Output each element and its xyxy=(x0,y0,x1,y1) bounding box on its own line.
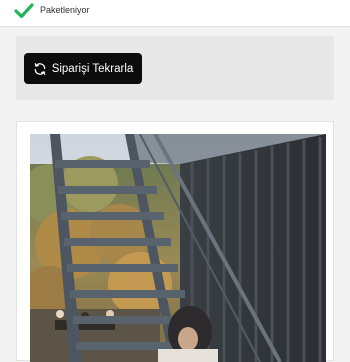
reorder-panel: Siparişi Tekrarla xyxy=(16,36,334,100)
reorder-button-label: Siparişi Tekrarla xyxy=(51,62,134,75)
refresh-icon xyxy=(34,62,45,75)
reorder-button[interactable]: Siparişi Tekrarla xyxy=(24,53,142,84)
order-status-row: Paketleniyor xyxy=(0,0,350,27)
staircase-photo-illustration xyxy=(30,134,326,362)
product-photo[interactable] xyxy=(30,134,326,362)
product-photo-card xyxy=(16,121,334,362)
order-status-text: Paketleniyor xyxy=(40,5,90,15)
checkmark-icon xyxy=(14,3,34,19)
